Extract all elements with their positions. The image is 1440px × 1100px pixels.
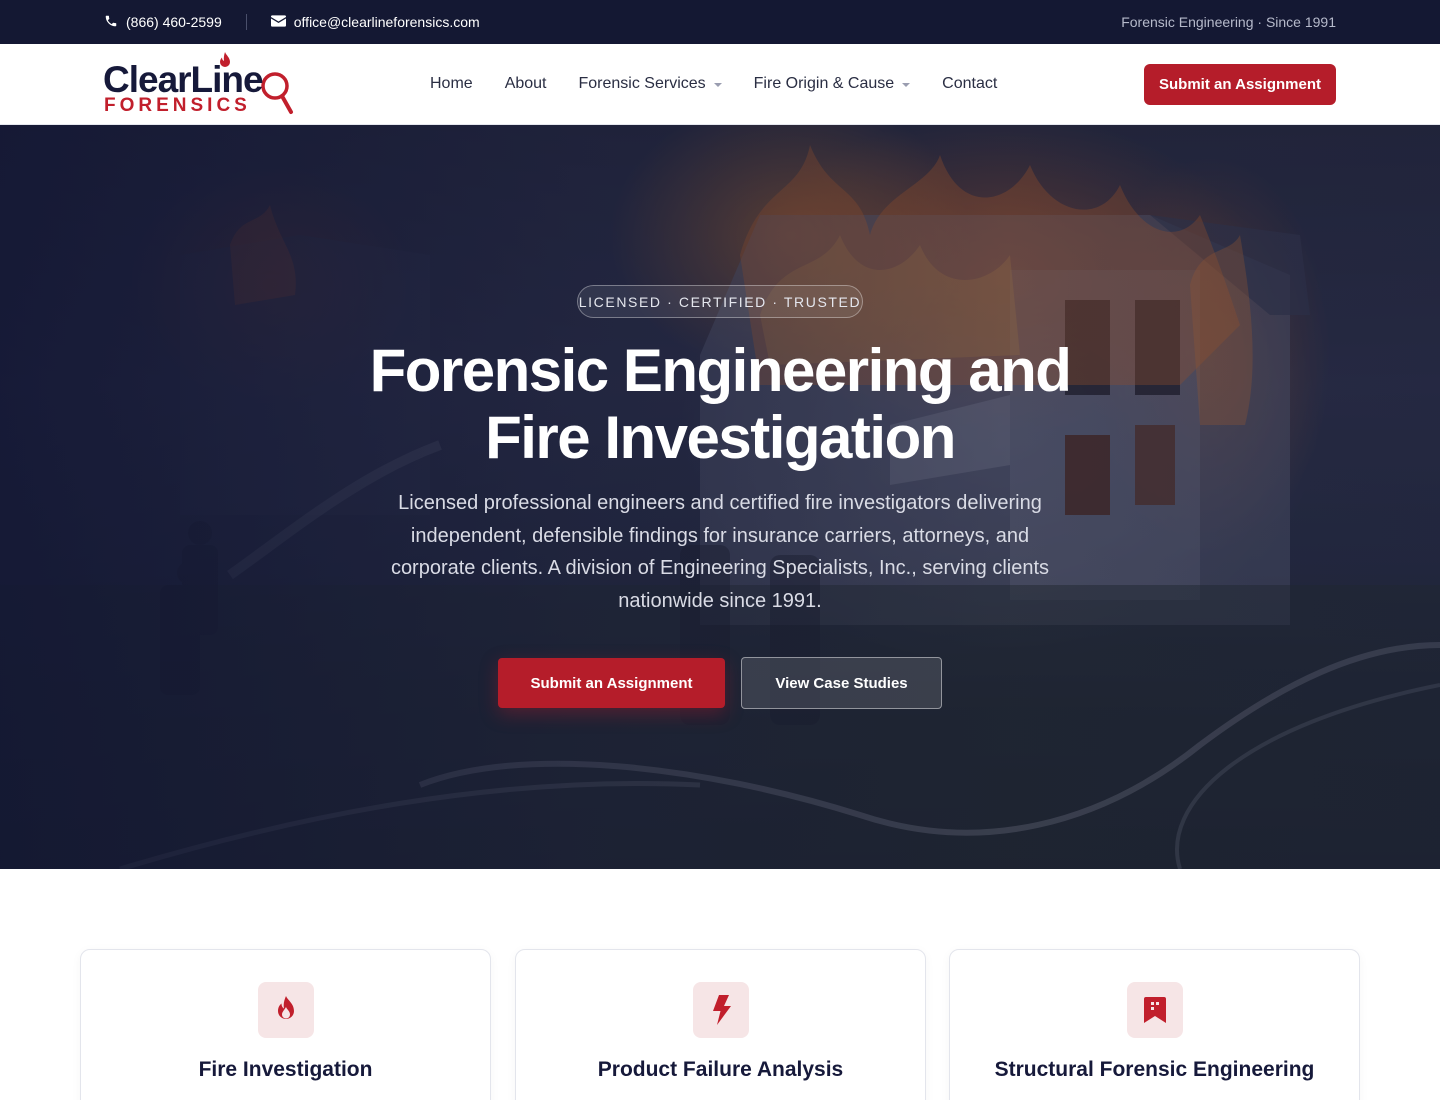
contact-divider xyxy=(245,14,247,30)
hero-title-line-2: Fire Investigation xyxy=(485,404,956,471)
magnifier-logo-icon xyxy=(261,72,293,114)
service-icon-tile xyxy=(257,982,314,1038)
nav-home[interactable]: Home xyxy=(430,75,473,93)
nav-about[interactable]: About xyxy=(505,75,547,93)
top-contact-bar: (866) 460-2599 office@clearlineforensics… xyxy=(0,0,1440,44)
hero-subtitle: Licensed professional engineers and cert… xyxy=(390,492,1050,612)
logo-subtitle: FORENSICS xyxy=(104,95,251,116)
site-header: ClearLine FORENSICS Home About Forensic … xyxy=(0,44,1440,125)
email-address: office@clearlineforensics.com xyxy=(293,14,480,30)
lightning-bolt-icon xyxy=(712,995,731,1025)
service-card-product-failure-analysis[interactable]: Product Failure Analysis xyxy=(515,949,926,1100)
main-nav: Home About Forensic Services Fire Origin… xyxy=(430,44,997,124)
nav-fire-origin-cause[interactable]: Fire Origin & Cause xyxy=(754,75,911,93)
hero-title-line-1: Forensic Engineering and xyxy=(369,337,1072,404)
service-title: Fire Investigation xyxy=(198,1058,373,1081)
hero-title: Forensic Engineering and Fire Investigat… xyxy=(300,337,1140,471)
service-icon-tile xyxy=(692,982,749,1038)
header-submit-assignment-button[interactable]: Submit an Assignment xyxy=(1144,64,1336,105)
nav-label: Forensic Services xyxy=(578,75,706,92)
bookmark-building-icon xyxy=(1143,997,1166,1023)
chevron-down-icon xyxy=(713,83,722,87)
hero-content: LICENSED · CERTIFIED · TRUSTED Forensic … xyxy=(0,125,1440,869)
nav-label: Home xyxy=(430,75,473,92)
contact-info: (866) 460-2599 office@clearlineforensics… xyxy=(104,0,480,44)
nav-label: Contact xyxy=(942,75,998,92)
nav-label: Fire Origin & Cause xyxy=(753,75,895,92)
nav-forensic-services[interactable]: Forensic Services xyxy=(579,75,722,93)
logo-wordmark: ClearLine xyxy=(103,59,264,100)
service-title: Product Failure Analysis xyxy=(597,1058,844,1081)
service-card-structural-forensic-engineering[interactable]: Structural Forensic Engineering xyxy=(949,949,1360,1100)
flame-icon xyxy=(277,996,294,1019)
phone-number: (866) 460-2599 xyxy=(126,14,222,30)
envelope-icon xyxy=(270,14,286,30)
phone-link[interactable]: (866) 460-2599 xyxy=(104,14,222,31)
credential-badge: LICENSED · CERTIFIED · TRUSTED xyxy=(577,285,863,318)
view-case-studies-button[interactable]: View Case Studies xyxy=(741,657,942,709)
hero-submit-assignment-button[interactable]: Submit an Assignment xyxy=(498,658,725,708)
email-link[interactable]: office@clearlineforensics.com xyxy=(270,14,480,30)
nav-label: About xyxy=(504,75,547,92)
brand-logo[interactable]: ClearLine FORENSICS xyxy=(103,52,293,118)
hero-section: LICENSED · CERTIFIED · TRUSTED Forensic … xyxy=(0,125,1440,869)
service-icon-tile xyxy=(1126,982,1183,1038)
chevron-down-icon xyxy=(902,83,911,87)
phone-icon xyxy=(104,14,118,31)
service-title: Structural Forensic Engineering xyxy=(994,1058,1315,1081)
topbar-tagline: Forensic Engineering · Since 1991 xyxy=(1121,14,1336,30)
service-card-fire-investigation[interactable]: Fire Investigation xyxy=(80,949,491,1100)
nav-contact[interactable]: Contact xyxy=(942,75,997,93)
